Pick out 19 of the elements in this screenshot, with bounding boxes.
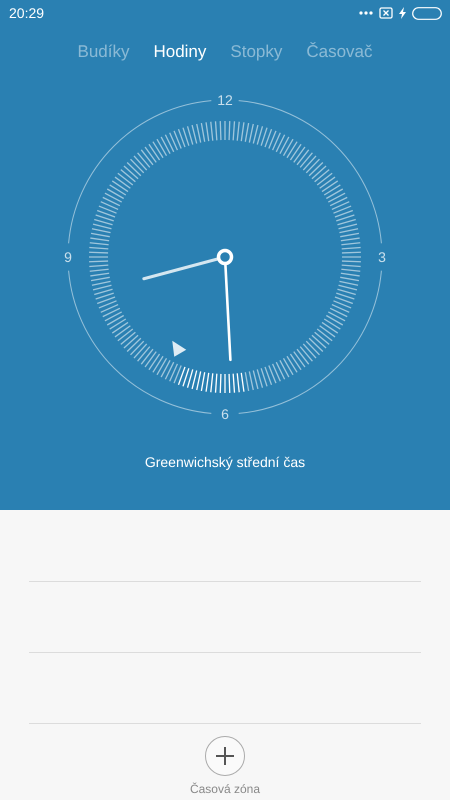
add-timezone-button[interactable]: [205, 736, 245, 776]
charging-icon: [399, 7, 406, 19]
add-timezone-label: Časová zóna: [190, 782, 260, 796]
hand-pivot: [216, 248, 234, 266]
status-time: 20:29: [9, 5, 44, 21]
plus-icon: [215, 746, 235, 766]
hour-numeral: 12: [217, 92, 233, 108]
no-sim-icon: [379, 7, 393, 19]
battery-icon: [412, 6, 442, 20]
tab[interactable]: Časovač: [305, 40, 374, 64]
tab[interactable]: Budíky: [76, 40, 130, 64]
timezone-label: Greenwichský střední čas: [144, 454, 306, 470]
more-icon: [359, 11, 373, 15]
hour-numeral: 3: [378, 249, 386, 265]
hour-numeral: 9: [64, 249, 72, 265]
seconds-marker-icon: [172, 340, 186, 357]
tab[interactable]: Hodiny: [152, 40, 208, 64]
hour-numeral: 6: [221, 406, 229, 422]
tab[interactable]: Stopky: [229, 40, 284, 64]
